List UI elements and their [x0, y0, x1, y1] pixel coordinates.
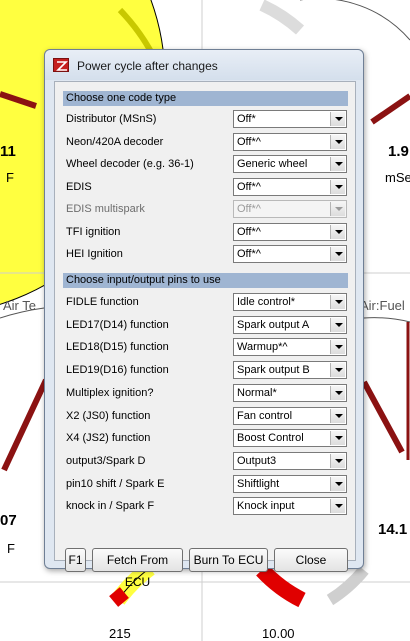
- burn-to-ecu-button[interactable]: Burn To ECU: [189, 548, 268, 572]
- field-label: Multiplex ignition?: [66, 386, 154, 399]
- setting-dropdown[interactable]: Boost Control: [233, 429, 347, 448]
- setting-dropdown[interactable]: Spark output B: [233, 361, 347, 380]
- setting-dropdown[interactable]: Spark output A: [233, 315, 347, 334]
- gauge-mr-title: Air:Fuel: [360, 298, 405, 313]
- dropdown-value: Output3: [237, 454, 277, 467]
- field-label: Wheel decoder (e.g. 36-1): [66, 158, 194, 170]
- field-label: knock in / Spark F: [66, 500, 155, 513]
- close-button[interactable]: Close: [274, 548, 348, 572]
- chevron-down-icon[interactable]: [330, 385, 345, 400]
- dropdown-value: Boost Control: [237, 432, 304, 445]
- dropdown-value: Off*^: [237, 225, 261, 238]
- gauge-ml-needle: [1, 378, 49, 472]
- gauge-bottom-right-value: 10.00: [262, 626, 295, 641]
- chevron-down-icon[interactable]: [330, 295, 345, 309]
- setting-dropdown: Off*^: [233, 200, 347, 218]
- gauge-ml-title: Air Te: [3, 298, 36, 313]
- setting-dropdown[interactable]: Off*^: [233, 132, 347, 151]
- field-label: output3/Spark D: [66, 454, 146, 467]
- app-icon: [53, 58, 69, 72]
- field-label: EDIS multispark: [66, 203, 145, 215]
- dropdown-value: Knock input: [237, 500, 295, 513]
- chevron-down-icon[interactable]: [330, 453, 345, 468]
- chevron-down-icon[interactable]: [330, 224, 345, 239]
- dropdown-value: Normal*: [237, 386, 277, 399]
- gauge-bottom-left-value: 215: [109, 626, 131, 641]
- chevron-down-icon[interactable]: [330, 157, 345, 171]
- chevron-down-icon[interactable]: [330, 134, 345, 149]
- dropdown-value: Warmup*^: [237, 341, 288, 354]
- field-label: LED17(D14) function: [66, 318, 169, 331]
- setting-dropdown[interactable]: Generic wheel: [233, 155, 347, 173]
- field-label: LED19(D16) function: [66, 364, 169, 377]
- chevron-down-icon: [330, 202, 345, 216]
- title-bar[interactable]: Power cycle after changes: [45, 50, 363, 80]
- setting-dropdown[interactable]: Shiftlight: [233, 474, 347, 493]
- chevron-down-icon[interactable]: [330, 112, 345, 126]
- chevron-down-icon[interactable]: [330, 476, 345, 491]
- dropdown-value: Off*^: [237, 135, 261, 148]
- gauge-br-value: 14.1: [378, 521, 408, 538]
- setting-dropdown[interactable]: Idle control*: [233, 293, 347, 311]
- section-pins: Choose input/output pins to use: [63, 273, 348, 288]
- field-label: Neon/420A decoder: [66, 135, 164, 148]
- gauge-tr-value: 1.9: [388, 143, 409, 160]
- dropdown-value: Spark output B: [237, 364, 310, 377]
- setting-dropdown[interactable]: Off*^: [233, 222, 347, 241]
- gauge-tr-unit: mSe: [385, 170, 410, 185]
- chevron-down-icon[interactable]: [330, 408, 345, 423]
- field-label: Distributor (MSnS): [66, 113, 157, 125]
- gauge-tr-face: [300, 0, 410, 41]
- chevron-down-icon[interactable]: [330, 499, 345, 514]
- setting-dropdown[interactable]: Off*: [233, 110, 347, 128]
- f1-button[interactable]: F1: [65, 548, 86, 572]
- dropdown-value: Idle control*: [237, 296, 296, 308]
- field-label: EDIS: [66, 180, 92, 193]
- chevron-down-icon[interactable]: [330, 179, 345, 194]
- gauge-bl-value: 07: [0, 512, 17, 529]
- chevron-down-icon[interactable]: [330, 247, 345, 261]
- setting-dropdown[interactable]: Off*^: [233, 177, 347, 196]
- dropdown-value: Off*: [237, 113, 256, 125]
- chevron-down-icon[interactable]: [330, 340, 345, 355]
- dialog-client: Choose one code type Distributor (MSnS) O…: [54, 81, 356, 589]
- dropdown-value: Off*^: [237, 180, 261, 193]
- section-code-type: Choose one code type: [63, 91, 348, 106]
- dropdown-value: Generic wheel: [237, 158, 308, 170]
- setting-dropdown[interactable]: Off*^: [233, 245, 347, 263]
- gauge-tl-unit: F: [6, 170, 14, 185]
- dropdown-value: Shiftlight: [237, 477, 280, 490]
- fetch-from-ecu-button[interactable]: Fetch From ECU: [92, 548, 183, 589]
- setting-dropdown[interactable]: Fan control: [233, 406, 347, 425]
- chevron-down-icon[interactable]: [330, 431, 345, 446]
- field-label: HEI Ignition: [66, 248, 123, 260]
- dropdown-value: Off*^: [237, 248, 261, 260]
- field-label: TFI ignition: [66, 225, 121, 238]
- dropdown-value: Fan control: [237, 409, 293, 422]
- field-label: pin10 shift / Spark E: [66, 477, 165, 490]
- field-label: FIDLE function: [66, 296, 139, 308]
- gauge-mr-needle: [361, 380, 405, 454]
- field-label: LED18(D15) function: [66, 341, 169, 354]
- dropdown-value: Spark output A: [237, 318, 310, 331]
- window-title: Power cycle after changes: [77, 59, 218, 73]
- gauge-br-arc: [256, 564, 306, 608]
- gauge-mr-face: [363, 317, 410, 323]
- chevron-down-icon[interactable]: [330, 363, 345, 378]
- setting-dropdown[interactable]: Normal*: [233, 383, 347, 402]
- setting-dropdown[interactable]: Warmup*^: [233, 338, 347, 357]
- power-cycle-dialog: Power cycle after changes Choose one cod…: [44, 49, 364, 589]
- setting-dropdown[interactable]: Knock input: [233, 497, 347, 516]
- gauge-tr-needle: [370, 93, 410, 125]
- dropdown-value: Off*^: [237, 203, 261, 215]
- gauge-bl-unit: F: [7, 541, 15, 556]
- gauge-tr-arc: [259, 0, 305, 35]
- field-label: X4 (JS2) function: [66, 432, 151, 445]
- chevron-down-icon[interactable]: [330, 317, 345, 332]
- field-label: X2 (JS0) function: [66, 409, 151, 422]
- gauge-tl-value: 11: [0, 143, 16, 160]
- setting-dropdown[interactable]: Output3: [233, 451, 347, 470]
